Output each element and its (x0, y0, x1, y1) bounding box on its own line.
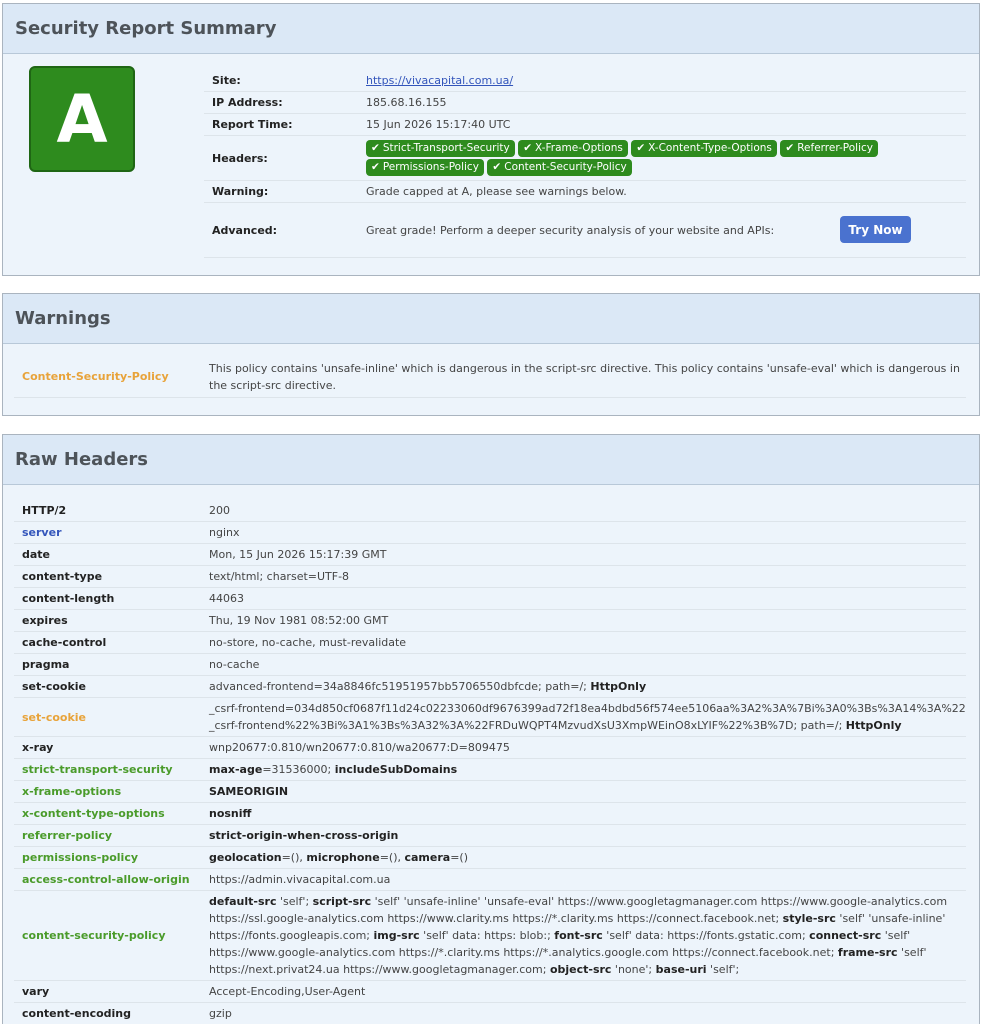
table-row: access-control-allow-origin https://admin… (14, 869, 966, 891)
grade-badge: A (29, 66, 135, 172)
warning-text: This policy contains 'unsafe-inline' whi… (209, 361, 960, 392)
table-row: content-encoding gzip (14, 1003, 966, 1024)
table-row: content-type text/html; charset=UTF-8 (14, 566, 966, 588)
headers-label: Headers: (212, 151, 268, 165)
header-pill: ✔ Permissions-Policy (366, 159, 484, 176)
header-pill: ✔ Referrer-Policy (780, 140, 878, 157)
table-row: strict-transport-security max-age=3153600… (14, 759, 966, 781)
warnings-title: Warnings (3, 294, 979, 344)
site-row: Site: https://vivacapital.com.ua/ (204, 69, 966, 92)
table-row: x-content-type-options nosniff (14, 803, 966, 825)
header-pill: ✔ Strict-Transport-Security (366, 140, 515, 157)
check-icon: ✔ (371, 142, 380, 154)
warning-row: Warning: Grade capped at A, please see w… (204, 181, 966, 203)
ip-label: IP Address: (212, 96, 283, 109)
warning-label: Warning: (212, 185, 269, 198)
report-time-value: 15 Jun 2026 15:17:40 UTC (366, 118, 511, 131)
table-row: expires Thu, 19 Nov 1981 08:52:00 GMT (14, 610, 966, 632)
check-icon: ✔ (371, 161, 380, 173)
table-row: x-ray wnp20677:0.810/wn20677:0.810/wa2067… (14, 737, 966, 759)
table-row: permissions-policy geolocation=(), microp… (14, 847, 966, 869)
header-pill: ✔ X-Frame-Options (518, 140, 628, 157)
check-icon: ✔ (523, 142, 533, 154)
table-row: date Mon, 15 Jun 2026 15:17:39 GMT (14, 544, 966, 566)
headers-pills: ✔ Strict-Transport-Security ✔ X-Frame-Opti… (366, 139, 966, 177)
check-icon: ✔ (492, 161, 502, 173)
table-row: server nginx (14, 522, 966, 544)
ip-row: IP Address: 185.68.16.155 (204, 92, 966, 114)
raw-headers-table: HTTP/2 200 server nginx date Mon, 15 Jun 20… (14, 500, 966, 1024)
table-row: x-frame-options SAMEORIGIN (14, 781, 966, 803)
warning-key: Content-Security-Policy (22, 370, 169, 383)
table-row: cache-control no-store, no-cache, must-re… (14, 632, 966, 654)
site-label: Site: (212, 73, 241, 87)
site-link[interactable]: https://vivacapital.com.ua/ (366, 74, 513, 87)
table-row: content-length 44063 (14, 588, 966, 610)
summary-title: Security Report Summary (3, 4, 979, 54)
report-time-row: Report Time: 15 Jun 2026 15:17:40 UTC (204, 114, 966, 136)
table-row: vary Accept-Encoding,User-Agent (14, 981, 966, 1003)
table-row: content-security-policy default-src 'sel… (14, 891, 966, 981)
try-now-button[interactable]: Try Now (840, 216, 911, 243)
csp-value: default-src 'self'; script-src 'self' 'u… (209, 895, 948, 976)
check-icon: ✔ (636, 142, 646, 154)
table-row: HTTP/2 200 (14, 500, 966, 522)
ip-value: 185.68.16.155 (366, 96, 447, 109)
headers-row: Headers: ✔ Strict-Transport-Security ✔ X-F… (204, 136, 966, 181)
warning-value: Grade capped at A, please see warnings b… (366, 185, 627, 198)
table-row: referrer-policy strict-origin-when-cross-… (14, 825, 966, 847)
advanced-label: Advanced: (212, 223, 278, 237)
header-pill: ✔ X-Content-Type-Options (631, 140, 777, 157)
check-icon: ✔ (785, 142, 795, 154)
report-time-label: Report Time: (212, 118, 293, 131)
table-row: set-cookie advanced-frontend=34a8846fc519… (14, 676, 966, 698)
table-row: pragma no-cache (14, 654, 966, 676)
table-row: set-cookie _csrf-frontend=034d850cf0687f1… (14, 698, 966, 737)
raw-headers-title: Raw Headers (3, 435, 979, 485)
header-pill: ✔ Content-Security-Policy (487, 159, 632, 176)
warning-item: Content-Security-Policy This policy cont… (14, 356, 966, 398)
